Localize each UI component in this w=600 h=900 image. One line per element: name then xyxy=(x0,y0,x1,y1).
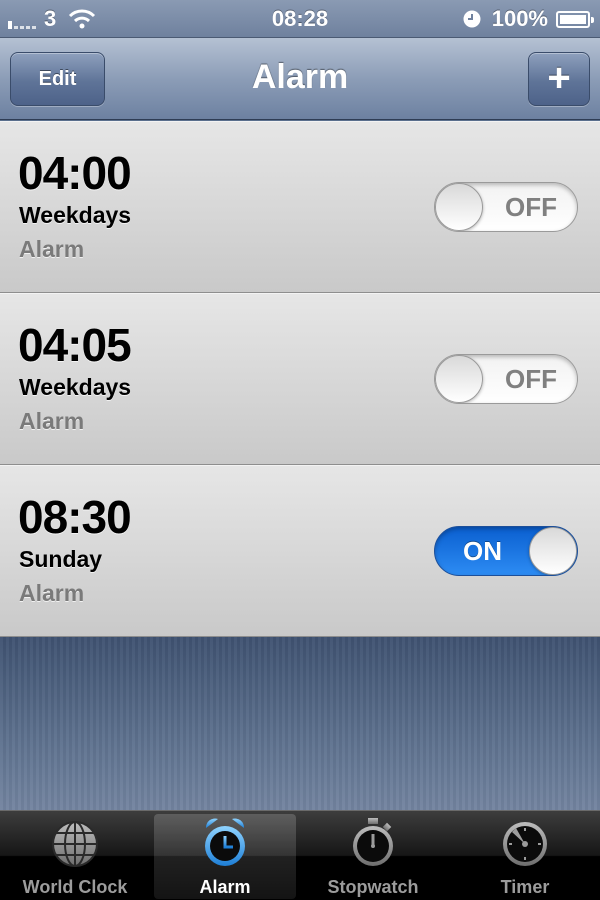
alarm-label: Alarm xyxy=(19,408,85,434)
stopwatch-icon xyxy=(353,818,393,866)
alarm-toggle[interactable]: OFF xyxy=(434,354,578,404)
status-bar: 3 08:28 100% xyxy=(0,0,600,38)
alarm-toggle[interactable]: ON xyxy=(434,526,578,576)
alarm-toggle[interactable]: OFF xyxy=(434,182,578,232)
navigation-bar: Edit Alarm + xyxy=(0,38,600,120)
tab-label: Stopwatch xyxy=(327,877,419,897)
tab-world-clock[interactable]: World Clock xyxy=(4,814,146,899)
alarm-clock-icon xyxy=(463,10,481,28)
tab-label: World Clock xyxy=(22,877,128,897)
timer-icon xyxy=(503,822,547,866)
alarm-time: 04:00 xyxy=(18,147,132,199)
toggle-knob[interactable] xyxy=(435,355,483,403)
page-title: Alarm xyxy=(251,58,349,96)
tab-timer[interactable]: Timer xyxy=(454,814,596,899)
toggle-knob[interactable] xyxy=(529,527,577,575)
toggle-knob[interactable] xyxy=(435,183,483,231)
alarm-row[interactable]: 08:30 Sunday Alarm ON xyxy=(0,465,600,637)
alarm-label: Alarm xyxy=(19,236,85,262)
add-alarm-button[interactable]: + xyxy=(528,52,590,106)
alarm-row[interactable]: 04:00 Weekdays Alarm OFF xyxy=(0,121,600,293)
alarm-row[interactable]: 04:05 Weekdays Alarm OFF xyxy=(0,293,600,465)
tab-label: Timer xyxy=(500,877,550,897)
alarm-clock-icon xyxy=(205,818,245,866)
alarm-time: 04:05 xyxy=(18,319,132,371)
tab-bar: World Clock Alarm Stopwatch Timer xyxy=(0,810,600,900)
toggle-state-label: OFF xyxy=(505,192,557,222)
alarm-repeat: Sunday xyxy=(19,546,103,572)
alarm-repeat: Weekdays xyxy=(19,202,132,228)
alarm-time: 08:30 xyxy=(18,491,132,543)
tab-stopwatch[interactable]: Stopwatch xyxy=(302,814,444,899)
toggle-state-label: OFF xyxy=(505,364,557,394)
alarm-label: Alarm xyxy=(19,580,85,606)
alarm-repeat: Weekdays xyxy=(19,374,132,400)
globe-icon xyxy=(52,821,98,867)
battery-percent: 100% xyxy=(491,6,548,31)
battery-icon xyxy=(556,10,594,28)
tab-label: Alarm xyxy=(199,877,251,897)
alarm-list: 04:00 Weekdays Alarm OFF 04:05 Weekdays … xyxy=(0,121,600,637)
toggle-state-label: ON xyxy=(463,536,502,566)
empty-list-background xyxy=(0,637,600,810)
tab-alarm[interactable]: Alarm xyxy=(154,814,296,899)
